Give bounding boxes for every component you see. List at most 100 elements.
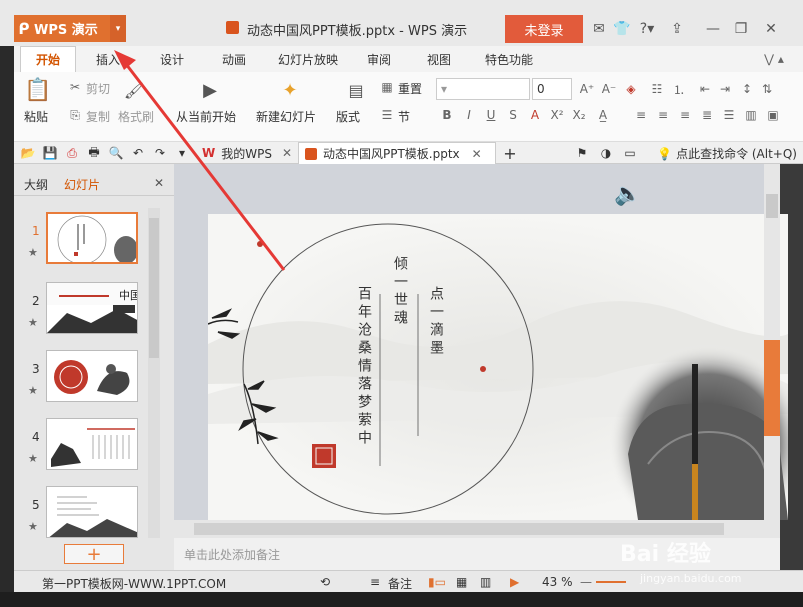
animation-star-icon[interactable]: ★ xyxy=(28,452,38,465)
slide-thumbnail-4[interactable]: 4 ★ xyxy=(14,418,164,478)
reset-button[interactable]: 重置 xyxy=(398,80,422,97)
chevron-down-icon[interactable]: ▾ xyxy=(110,15,126,42)
close-icon[interactable]: ✕ xyxy=(282,146,292,160)
animation-star-icon[interactable]: ★ xyxy=(28,316,38,329)
font-color-icon[interactable]: A xyxy=(526,106,544,124)
mail-icon[interactable]: ✉ xyxy=(588,18,610,40)
tab-home[interactable]: 开始 xyxy=(20,46,76,72)
from-current-button[interactable]: 从当前开始 xyxy=(176,108,236,125)
line-spacing-icon[interactable]: ↕ xyxy=(738,80,756,98)
vertical-scrollbar[interactable] xyxy=(764,164,780,520)
slideshow-icon[interactable]: ▶ xyxy=(510,575,519,589)
text-direction-icon[interactable]: ⇅ xyxy=(758,80,776,98)
paste-icon[interactable]: 📋 xyxy=(24,78,51,103)
play-from-current-icon[interactable]: ▶ xyxy=(198,78,222,102)
find-command-box[interactable]: 💡 点此查找命令 (Alt+Q) xyxy=(657,145,797,162)
wps-menu-button[interactable]: ᑭ WPS 演示 ▾ xyxy=(14,15,126,42)
slide-thumbnail-3[interactable]: 3 ★ xyxy=(14,350,164,410)
scroll-thumb[interactable] xyxy=(194,523,724,535)
zoom-slider[interactable] xyxy=(596,581,626,583)
text-box-icon[interactable]: ▣ xyxy=(764,106,782,124)
columns-icon[interactable]: ▥ xyxy=(742,106,760,124)
current-slide[interactable]: 点一滴墨 倾一世魂 百年沧桑情落梦萦中 xyxy=(208,214,788,520)
slide-text-col3[interactable]: 百年沧桑情落梦萦中 xyxy=(354,286,374,448)
undo-icon[interactable]: ↶ xyxy=(130,145,146,161)
save-icon[interactable]: 💾 xyxy=(42,145,58,161)
reset-icon[interactable]: ▦ xyxy=(378,78,396,96)
increase-indent-icon[interactable]: ⇥ xyxy=(716,80,734,98)
copy-button[interactable]: 复制 xyxy=(86,108,110,125)
align-left-icon[interactable]: ≡ xyxy=(632,106,650,124)
export-pdf-icon[interactable]: ⎙ xyxy=(64,145,80,161)
bold-icon[interactable]: B xyxy=(438,106,456,124)
layout-icon[interactable]: ▤ xyxy=(344,78,368,102)
customize-qa-icon[interactable]: ▾ xyxy=(174,145,190,161)
animation-star-icon[interactable]: ★ xyxy=(28,520,38,533)
underline-icon[interactable]: U xyxy=(482,106,500,124)
login-button[interactable]: 未登录 xyxy=(505,15,583,43)
notes-toggle-icon[interactable]: ≡ xyxy=(370,575,380,589)
tab-view[interactable]: 视图 xyxy=(414,46,464,72)
justify-icon[interactable]: ≣ xyxy=(698,106,716,124)
font-name-select[interactable]: ▾ xyxy=(436,78,530,100)
reading-view-icon[interactable]: ▥ xyxy=(480,575,491,589)
layout-button[interactable]: 版式 xyxy=(336,108,360,125)
close-icon[interactable]: ✕ xyxy=(472,147,482,161)
zoom-out-icon[interactable]: — xyxy=(580,575,592,589)
animation-star-icon[interactable]: ★ xyxy=(28,384,38,397)
skin-icon[interactable]: 👕 xyxy=(611,18,633,40)
format-painter-icon[interactable]: 🖌 xyxy=(122,78,146,102)
decrease-indent-icon[interactable]: ⇤ xyxy=(696,80,714,98)
new-tab-icon[interactable]: + xyxy=(502,144,518,163)
slide-thumbnail-1[interactable]: 1 ★ xyxy=(14,212,164,272)
ribbon-more-icon[interactable]: ⋁ ▴ xyxy=(754,46,794,72)
add-slide-button[interactable]: + xyxy=(64,544,124,565)
cut-button[interactable]: 剪切 xyxy=(86,80,110,97)
print-preview-icon[interactable]: 🔍 xyxy=(108,145,124,161)
tab-slides[interactable]: 幻灯片 xyxy=(64,176,100,193)
slide-sorter-icon[interactable]: ▦ xyxy=(456,575,467,589)
print-icon[interactable]: 🖶 xyxy=(86,145,102,161)
distribute-icon[interactable]: ☰ xyxy=(720,106,738,124)
restore-icon[interactable]: ❐ xyxy=(730,18,752,40)
tab-current-document[interactable]: 动态中国风PPT模板.pptx ✕ xyxy=(298,142,496,164)
subscript-icon[interactable]: X₂ xyxy=(570,106,588,124)
format-painter-button[interactable]: 格式刷 xyxy=(118,108,154,125)
tab-special[interactable]: 特色功能 xyxy=(474,46,544,72)
align-center-icon[interactable]: ≡ xyxy=(654,106,672,124)
scroll-thumb[interactable] xyxy=(149,218,159,358)
cut-icon[interactable]: ✂ xyxy=(66,78,84,96)
open-icon[interactable]: 📂 xyxy=(20,145,36,161)
share-icon[interactable]: ⇪ xyxy=(666,18,688,40)
notes-toggle[interactable]: 备注 xyxy=(388,575,412,592)
font-shrink-icon[interactable]: A⁻ xyxy=(600,80,618,98)
bullets-icon[interactable]: ☷ xyxy=(648,80,666,98)
superscript-icon[interactable]: X² xyxy=(548,106,566,124)
tab-slideshow[interactable]: 幻灯片放映 xyxy=(270,46,346,72)
scroll-thumb[interactable] xyxy=(766,194,778,218)
zoom-level[interactable]: 43 % xyxy=(542,575,573,589)
window-icon[interactable]: ▭ xyxy=(622,145,638,161)
normal-view-icon[interactable]: ▮▭ xyxy=(428,575,446,589)
tab-design[interactable]: 设计 xyxy=(144,46,200,72)
italic-icon[interactable]: I xyxy=(460,106,478,124)
doc-mode-icon[interactable]: ◑ xyxy=(598,145,614,161)
speaker-icon[interactable]: 🔈 xyxy=(614,182,641,207)
new-slide-button[interactable]: 新建幻灯片 xyxy=(256,108,316,125)
copy-icon[interactable]: ⎘ xyxy=(66,106,84,124)
help-icon[interactable]: ?▾ xyxy=(636,18,658,40)
paste-button[interactable]: 粘贴 xyxy=(24,108,48,125)
tab-review[interactable]: 审阅 xyxy=(354,46,404,72)
font-grow-icon[interactable]: A⁺ xyxy=(578,80,596,98)
section-button[interactable]: 节 xyxy=(398,108,410,125)
close-icon[interactable]: ✕ xyxy=(154,176,164,190)
tab-my-wps[interactable]: W 我的WPS ✕ xyxy=(196,142,296,164)
slide-text-col1[interactable]: 点一滴墨 xyxy=(426,286,446,358)
char-spacing-icon[interactable]: A̲ xyxy=(594,106,612,124)
new-slide-icon[interactable]: ✦ xyxy=(278,78,302,102)
tab-animation[interactable]: 动画 xyxy=(206,46,262,72)
close-icon[interactable]: ✕ xyxy=(760,18,782,40)
section-icon[interactable]: ☰ xyxy=(378,106,396,124)
history-icon[interactable]: ⟲ xyxy=(320,575,330,589)
tab-insert[interactable]: 插入 xyxy=(80,46,136,72)
